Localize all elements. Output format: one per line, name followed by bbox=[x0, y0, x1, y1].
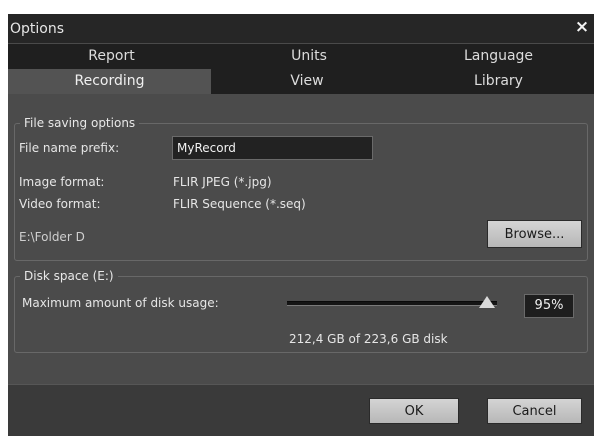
tab-language[interactable]: Language bbox=[403, 44, 594, 69]
video-format-label: Video format: bbox=[19, 197, 101, 211]
tab-recording[interactable]: Recording bbox=[8, 69, 211, 94]
title-bar: Options × bbox=[8, 14, 594, 44]
disk-usage-percent: 95% bbox=[524, 294, 574, 318]
image-format-value: FLIR JPEG (*.jpg) bbox=[173, 175, 272, 189]
tab-report[interactable]: Report bbox=[8, 44, 215, 69]
dialog-title: Options bbox=[10, 21, 65, 37]
file-saving-legend: File saving options bbox=[20, 115, 140, 131]
disk-summary: 212,4 GB of 223,6 GB disk bbox=[289, 332, 448, 346]
close-icon[interactable]: × bbox=[573, 17, 591, 37]
ok-button[interactable]: OK bbox=[369, 398, 459, 424]
disk-space-legend: Disk space (E:) bbox=[20, 268, 118, 284]
folder-path: E:\Folder D bbox=[19, 230, 85, 244]
options-dialog: Options × Report Units Language Recordin… bbox=[8, 14, 594, 436]
tab-view[interactable]: View bbox=[211, 69, 403, 94]
browse-button[interactable]: Browse... bbox=[487, 220, 582, 248]
file-name-prefix-input[interactable] bbox=[172, 136, 373, 160]
disk-usage-slider-thumb[interactable] bbox=[478, 296, 495, 308]
tab-units[interactable]: Units bbox=[215, 44, 403, 69]
tab-library[interactable]: Library bbox=[403, 69, 594, 94]
video-format-value: FLIR Sequence (*.seq) bbox=[173, 197, 306, 211]
disk-usage-slider-track[interactable] bbox=[287, 301, 497, 306]
cancel-button[interactable]: Cancel bbox=[487, 398, 582, 424]
file-name-prefix-label: File name prefix: bbox=[19, 141, 120, 155]
image-format-label: Image format: bbox=[19, 175, 105, 189]
max-disk-usage-label: Maximum amount of disk usage: bbox=[22, 296, 219, 310]
